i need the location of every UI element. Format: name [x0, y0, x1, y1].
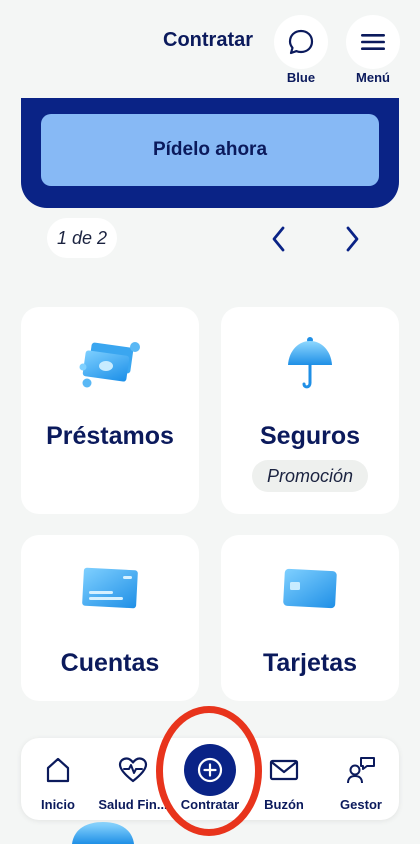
mail-icon [269, 759, 299, 781]
promo-banner: Pídelo ahora [21, 98, 399, 208]
hamburger-menu-icon [361, 34, 385, 50]
header: Contratar Blue Menú [0, 0, 420, 96]
home-icon [46, 757, 70, 783]
product-title-loans: Préstamos [46, 422, 174, 450]
nav-label-manager: Gestor [340, 797, 382, 812]
product-title-insurance: Seguros [259, 422, 361, 450]
account-card-icon [82, 567, 138, 609]
nav-item-financial-health[interactable]: Salud Fin... [97, 738, 169, 820]
request-now-button[interactable]: Pídelo ahora [41, 114, 379, 186]
product-title-accounts: Cuentas [60, 649, 160, 677]
plus-circle-icon [197, 757, 223, 783]
nav-label-financial-health: Salud Fin... [98, 797, 168, 812]
nav-item-manager[interactable]: Gestor [329, 738, 393, 820]
product-card-cards[interactable]: Tarjetas [221, 535, 399, 701]
blue-chat-button[interactable] [274, 15, 328, 69]
nav-label-inbox: Buzón [264, 797, 304, 812]
chevron-left-icon [272, 226, 285, 252]
product-title-cards: Tarjetas [262, 649, 358, 677]
carousel-page-indicator: 1 de 2 [47, 218, 117, 258]
nav-label-home: Inicio [41, 797, 75, 812]
menu-button[interactable] [346, 15, 400, 69]
product-card-insurance[interactable]: Seguros Promoción [221, 307, 399, 514]
chevron-right-icon [346, 226, 359, 252]
manager-chat-icon [347, 757, 375, 784]
menu-label: Menú [356, 70, 390, 85]
nav-item-home[interactable]: Inicio [27, 738, 89, 820]
product-card-loans[interactable]: Préstamos [21, 307, 199, 514]
nav-label-contract: Contratar [180, 797, 240, 812]
product-card-accounts[interactable]: Cuentas [21, 535, 199, 701]
contract-plus-button[interactable] [184, 744, 236, 796]
credit-card-icon [283, 568, 337, 609]
nav-item-inbox[interactable]: Buzón [253, 738, 315, 820]
money-bills-icon [79, 342, 140, 388]
blue-chat-label: Blue [286, 70, 316, 85]
carousel-next-button[interactable] [334, 221, 370, 257]
chat-bubble-icon [288, 29, 314, 55]
umbrella-icon [288, 337, 332, 389]
heart-pulse-icon [118, 757, 148, 783]
carousel-prev-button[interactable] [261, 221, 297, 257]
promotion-badge: Promoción [252, 460, 368, 492]
page-title: Contratar [163, 29, 254, 51]
